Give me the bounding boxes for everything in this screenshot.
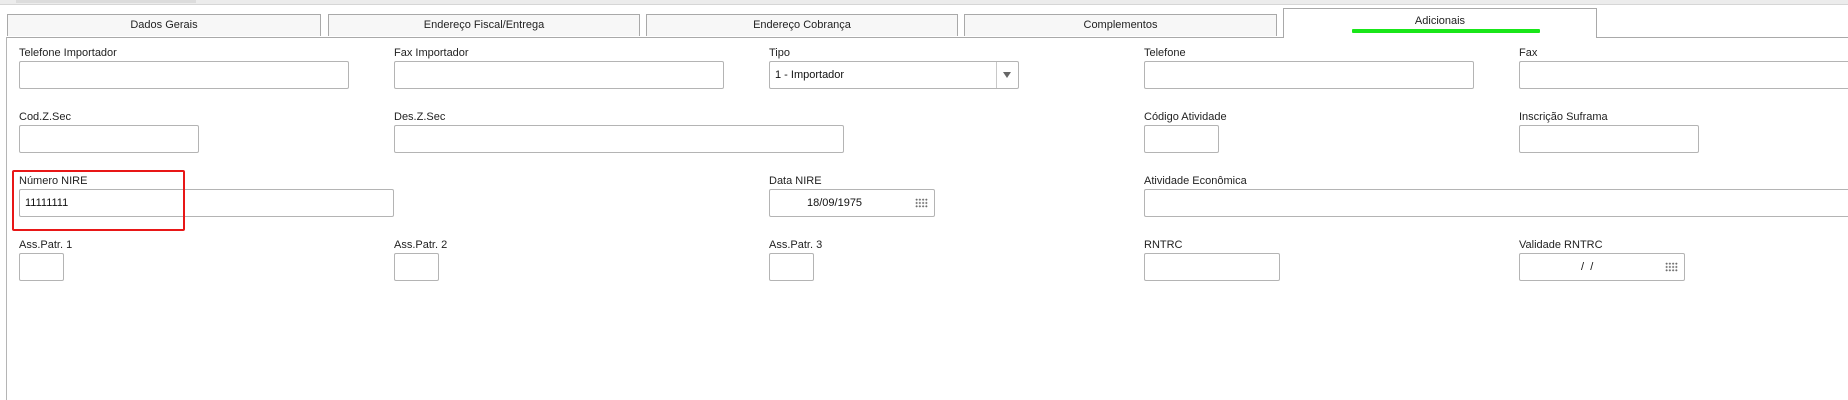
tab-label: Endereço Fiscal/Entrega <box>423 19 545 31</box>
ass-patr-3-input[interactable] <box>769 253 814 281</box>
ass-patr-3-label: Ass.Patr. 3 <box>769 239 823 251</box>
tab-label: Adicionais <box>1414 15 1466 27</box>
fax-input[interactable] <box>1519 61 1848 89</box>
validade-rntrc-label: Validade RNTRC <box>1519 239 1603 251</box>
fax-importador-input[interactable] <box>394 61 724 89</box>
tab-label: Dados Gerais <box>130 19 198 31</box>
tab-label: Endereço Cobrança <box>753 19 851 31</box>
active-tab-marker <box>1352 29 1540 33</box>
calendar-icon[interactable] <box>915 198 928 208</box>
numero-nire-label: Número NIRE <box>19 175 88 187</box>
telefone-importador-input[interactable] <box>19 61 349 89</box>
telefone-input[interactable] <box>1144 61 1474 89</box>
des-z-sec-label: Des.Z.Sec <box>394 111 446 123</box>
tab-dados-gerais[interactable]: Dados Gerais <box>7 14 321 36</box>
tab-baseline <box>6 37 1284 38</box>
tab-endereco-cobranca[interactable]: Endereço Cobrança <box>646 14 958 36</box>
data-nire-label: Data NIRE <box>769 175 822 187</box>
dropdown-button[interactable] <box>996 62 1018 88</box>
ass-patr-1-label: Ass.Patr. 1 <box>19 239 73 251</box>
telefone-importador-label: Telefone Importador <box>19 47 117 59</box>
atividade-economica-label: Atividade Econômica <box>1144 175 1247 187</box>
fax-importador-label: Fax Importador <box>394 47 469 59</box>
cod-z-sec-input[interactable] <box>19 125 199 153</box>
calendar-icon[interactable] <box>1665 262 1678 272</box>
rntrc-input[interactable] <box>1144 253 1280 281</box>
rntrc-label: RNTRC <box>1144 239 1183 251</box>
panel-left-border <box>6 37 7 400</box>
ass-patr-2-input[interactable] <box>394 253 439 281</box>
tipo-selected-value: 1 - Importador <box>775 69 845 81</box>
data-nire-input[interactable]: 18/09/1975 <box>769 189 935 217</box>
des-z-sec-input[interactable] <box>394 125 844 153</box>
tipo-select[interactable]: 1 - Importador <box>769 61 1019 89</box>
ass-patr-1-input[interactable] <box>19 253 64 281</box>
tab-adicionais[interactable]: Adicionais <box>1283 8 1597 38</box>
codigo-atividade-input[interactable] <box>1144 125 1219 153</box>
inscricao-suframa-input[interactable] <box>1519 125 1699 153</box>
tab-baseline <box>1596 37 1848 38</box>
cod-z-sec-label: Cod.Z.Sec <box>19 111 71 123</box>
fax-label: Fax <box>1519 47 1538 59</box>
ass-patr-2-label: Ass.Patr. 2 <box>394 239 448 251</box>
validade-rntrc-input[interactable]: / / <box>1519 253 1685 281</box>
tipo-label: Tipo <box>769 47 790 59</box>
tab-label: Complementos <box>1083 19 1158 31</box>
validade-rntrc-value: / / <box>1578 261 1594 273</box>
tab-complementos[interactable]: Complementos <box>964 14 1277 36</box>
numero-nire-input[interactable]: 11111111 <box>19 189 394 217</box>
telefone-label: Telefone <box>1144 47 1186 59</box>
inscricao-suframa-label: Inscrição Suframa <box>1519 111 1608 123</box>
atividade-economica-input[interactable] <box>1144 189 1848 217</box>
data-nire-value: 18/09/1975 <box>807 197 863 209</box>
tab-bar: Dados Gerais Endereço Fiscal/Entrega End… <box>0 0 1848 38</box>
chevron-down-icon <box>1003 72 1011 78</box>
tab-endereco-fiscal-entrega[interactable]: Endereço Fiscal/Entrega <box>328 14 640 36</box>
codigo-atividade-label: Código Atividade <box>1144 111 1227 123</box>
